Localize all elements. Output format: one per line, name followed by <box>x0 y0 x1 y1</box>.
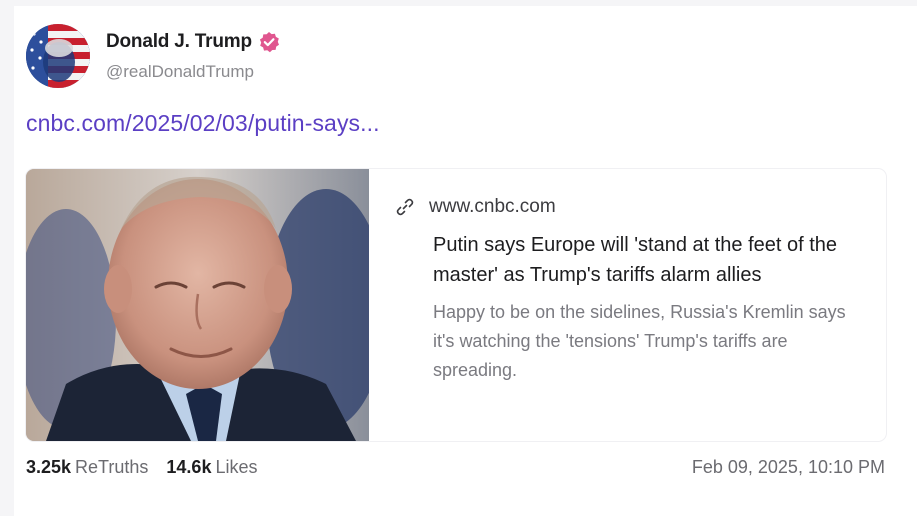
likes-label: Likes <box>215 456 258 477</box>
link-preview-image <box>26 169 369 441</box>
verified-badge-icon <box>258 31 280 53</box>
author-handle[interactable]: @realDonaldTrump <box>106 62 280 82</box>
link-icon <box>395 197 415 217</box>
likes-count: 14.6k <box>166 456 212 477</box>
post-link[interactable]: cnbc.com/2025/02/03/putin-says... <box>26 110 380 137</box>
post-footer: 3.25k ReTruths 14.6k Likes Feb 09, 2025,… <box>26 454 885 480</box>
likes-stat[interactable]: 14.6k Likes <box>166 457 257 478</box>
author-name-row: Donald J. Trump <box>106 31 280 53</box>
retruths-count: 3.25k <box>26 456 72 477</box>
retruths-label: ReTruths <box>75 456 149 477</box>
post-timestamp[interactable]: Feb 09, 2025, 10:10 PM <box>692 457 885 478</box>
link-preview-title[interactable]: Putin says Europe will 'stand at the fee… <box>433 230 873 290</box>
author-display-name[interactable]: Donald J. Trump <box>106 31 252 53</box>
retruths-stat[interactable]: 3.25k ReTruths <box>26 457 148 478</box>
avatar[interactable] <box>26 24 90 88</box>
link-preview-domain-row: www.cnbc.com <box>395 196 866 218</box>
link-preview-card[interactable]: www.cnbc.com Putin says Europe will 'sta… <box>26 169 886 441</box>
post-header: Donald J. Trump @realDonaldTrump <box>26 24 280 88</box>
link-preview-description: Happy to be on the sidelines, Russia's K… <box>433 302 846 380</box>
author-info: Donald J. Trump @realDonaldTrump <box>106 31 280 82</box>
link-preview-body: www.cnbc.com Putin says Europe will 'sta… <box>369 169 886 441</box>
link-preview-domain: www.cnbc.com <box>429 196 556 217</box>
post: Donald J. Trump @realDonaldTrump cnbc.co… <box>14 6 917 516</box>
